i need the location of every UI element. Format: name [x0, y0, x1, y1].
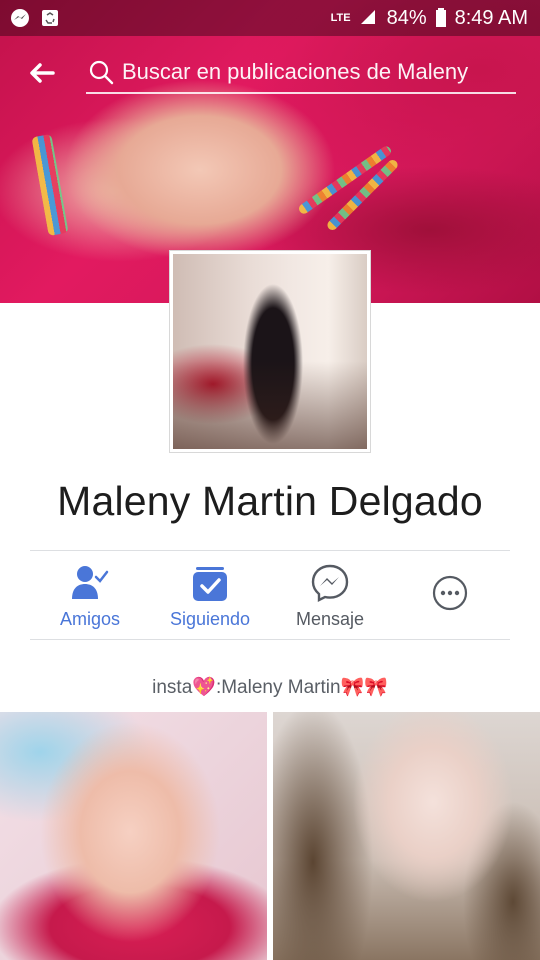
search-bar[interactable]: [86, 52, 516, 94]
profile-picture[interactable]: [169, 250, 371, 453]
more-button[interactable]: [390, 553, 510, 639]
message-label: Mensaje: [295, 608, 365, 629]
divider-top: [30, 550, 510, 551]
messenger-notification-icon: [10, 8, 30, 28]
friends-label: Amigos: [59, 608, 121, 629]
heart-emoji: 💖: [192, 677, 216, 698]
following-check-icon: [190, 563, 230, 603]
profile-photo: [173, 254, 367, 449]
back-arrow-icon: [30, 63, 55, 83]
friends-button[interactable]: Amigos: [30, 553, 150, 639]
clock: 8:49 AM: [454, 6, 528, 29]
featured-photo-baby[interactable]: [0, 712, 267, 960]
profile-actions: Amigos Siguiendo Mensaje: [30, 553, 510, 639]
search-icon: [89, 60, 114, 85]
featured-photo-portrait[interactable]: [273, 712, 540, 960]
signal-icon: [359, 8, 379, 28]
recycle-notification-icon: [40, 8, 60, 28]
back-button[interactable]: [22, 53, 62, 93]
following-button[interactable]: Siguiendo: [150, 553, 270, 639]
profile-name: Maleny Martin Delgado: [57, 478, 483, 524]
ribbon-emoji: 🎀🎀: [340, 677, 388, 698]
status-bar: LTE 84% 8:49 AM: [0, 0, 540, 36]
divider-bottom: [30, 639, 510, 640]
search-header: [0, 48, 540, 98]
friends-check-icon: [70, 563, 110, 603]
network-type: LTE: [330, 11, 351, 24]
search-input[interactable]: [122, 59, 502, 85]
messenger-icon: [310, 563, 350, 603]
featured-photos: [0, 712, 540, 960]
battery-percent: 84%: [386, 6, 427, 29]
bio-suffix: :Maleny Martin: [215, 677, 341, 698]
profile-bio: insta💖:Maleny Martin🎀🎀: [0, 675, 540, 699]
following-label: Siguiendo: [169, 608, 251, 629]
more-icon: [430, 573, 470, 613]
message-button[interactable]: Mensaje: [270, 553, 390, 639]
bio-prefix: insta: [152, 677, 193, 698]
battery-icon: [435, 8, 447, 28]
